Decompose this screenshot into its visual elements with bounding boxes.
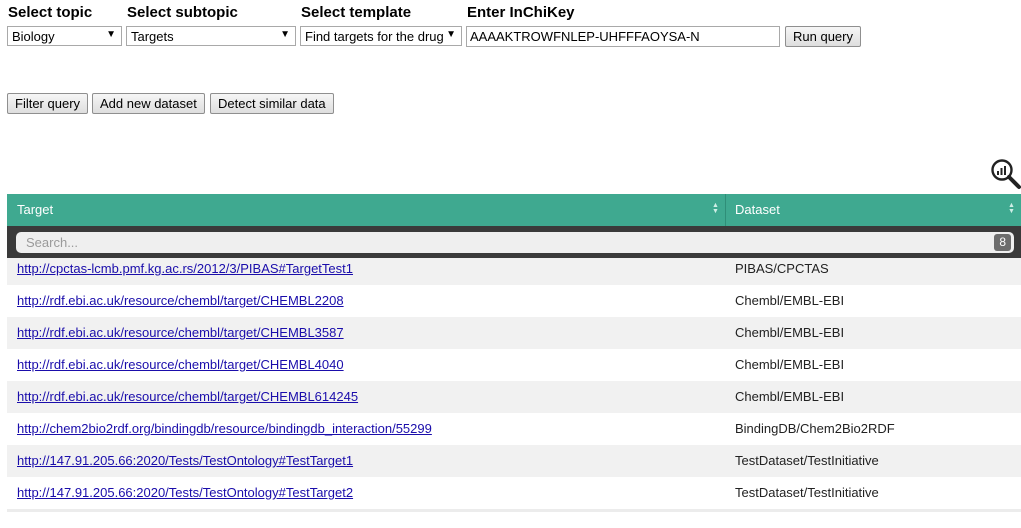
inchikey-input[interactable]: [466, 26, 780, 47]
magnifier-chart-icon[interactable]: [990, 158, 1021, 190]
subtopic-select-value: Targets: [131, 29, 174, 44]
column-header-dataset[interactable]: Dataset: [735, 202, 780, 217]
topic-select[interactable]: Biology ▼: [7, 26, 122, 46]
column-header-target[interactable]: Target: [17, 202, 53, 217]
table-search-input[interactable]: Search... 8: [16, 232, 1014, 253]
table-row: http://rdf.ebi.ac.uk/resource/chembl/tar…: [7, 285, 1021, 317]
dataset-cell: Chembl/EMBL-EBI: [735, 389, 845, 404]
dataset-cell: TestDataset/TestInitiative: [735, 453, 879, 468]
table-row: http://147.91.205.66:2020/Tests/TestOnto…: [7, 445, 1021, 477]
topic-select-value: Biology: [12, 29, 55, 44]
dataset-cell: Chembl/EMBL-EBI: [735, 357, 845, 372]
column-divider: [725, 194, 726, 226]
table-row: http://chem2bio2rdf.org/bindingdb/resour…: [7, 413, 1021, 445]
target-link[interactable]: http://rdf.ebi.ac.uk/resource/chembl/tar…: [17, 325, 344, 340]
target-link[interactable]: http://rdf.ebi.ac.uk/resource/chembl/tar…: [17, 389, 358, 404]
table-header: Target ▲ ▼ Dataset ▲ ▼: [7, 194, 1021, 226]
sort-icon[interactable]: ▲ ▼: [712, 202, 719, 215]
table-search-bar: Search... 8: [7, 226, 1021, 258]
chevron-down-icon: ▼: [280, 29, 290, 40]
table-bottom-border: [7, 509, 1021, 512]
table-row: http://rdf.ebi.ac.uk/resource/chembl/tar…: [7, 349, 1021, 381]
target-link[interactable]: http://chem2bio2rdf.org/bindingdb/resour…: [17, 421, 432, 436]
subtopic-label: Select subtopic: [127, 4, 238, 21]
template-select-value: Find targets for the drug: [305, 29, 444, 44]
subtopic-select[interactable]: Targets ▼: [126, 26, 296, 46]
topic-label: Select topic: [8, 4, 93, 21]
inchikey-label: Enter InChiKey: [467, 4, 575, 21]
detect-similar-button[interactable]: Detect similar data: [210, 93, 334, 114]
run-query-button[interactable]: Run query: [785, 26, 861, 47]
search-placeholder: Search...: [26, 235, 79, 250]
dataset-cell: Chembl/EMBL-EBI: [735, 325, 845, 340]
dataset-cell: BindingDB/Chem2Bio2RDF: [735, 421, 895, 436]
target-link[interactable]: http://rdf.ebi.ac.uk/resource/chembl/tar…: [17, 293, 344, 308]
dataset-cell: Chembl/EMBL-EBI: [735, 293, 845, 308]
table-row: http://rdf.ebi.ac.uk/resource/chembl/tar…: [7, 317, 1021, 349]
target-link[interactable]: http://cpctas-lcmb.pmf.kg.ac.rs/2012/3/P…: [17, 261, 353, 276]
filter-query-button[interactable]: Filter query: [7, 93, 89, 114]
table-row: http://cpctas-lcmb.pmf.kg.ac.rs/2012/3/P…: [7, 258, 1021, 285]
target-link[interactable]: http://147.91.205.66:2020/Tests/TestOnto…: [17, 485, 353, 500]
template-label: Select template: [301, 4, 412, 21]
target-link[interactable]: http://147.91.205.66:2020/Tests/TestOnto…: [17, 453, 353, 468]
result-count-badge: 8: [994, 234, 1011, 251]
chevron-down-icon: ▼: [446, 29, 456, 40]
template-select[interactable]: Find targets for the drug ▼: [300, 26, 462, 46]
sort-icon[interactable]: ▲ ▼: [1008, 202, 1015, 215]
target-link[interactable]: http://rdf.ebi.ac.uk/resource/chembl/tar…: [17, 357, 344, 372]
dataset-cell: PIBAS/CPCTAS: [735, 261, 829, 276]
add-dataset-button[interactable]: Add new dataset: [92, 93, 205, 114]
table-row: http://rdf.ebi.ac.uk/resource/chembl/tar…: [7, 381, 1021, 413]
chevron-down-icon: ▼: [106, 29, 116, 40]
table-row: http://147.91.205.66:2020/Tests/TestOnto…: [7, 477, 1021, 509]
dataset-cell: TestDataset/TestInitiative: [735, 485, 879, 500]
